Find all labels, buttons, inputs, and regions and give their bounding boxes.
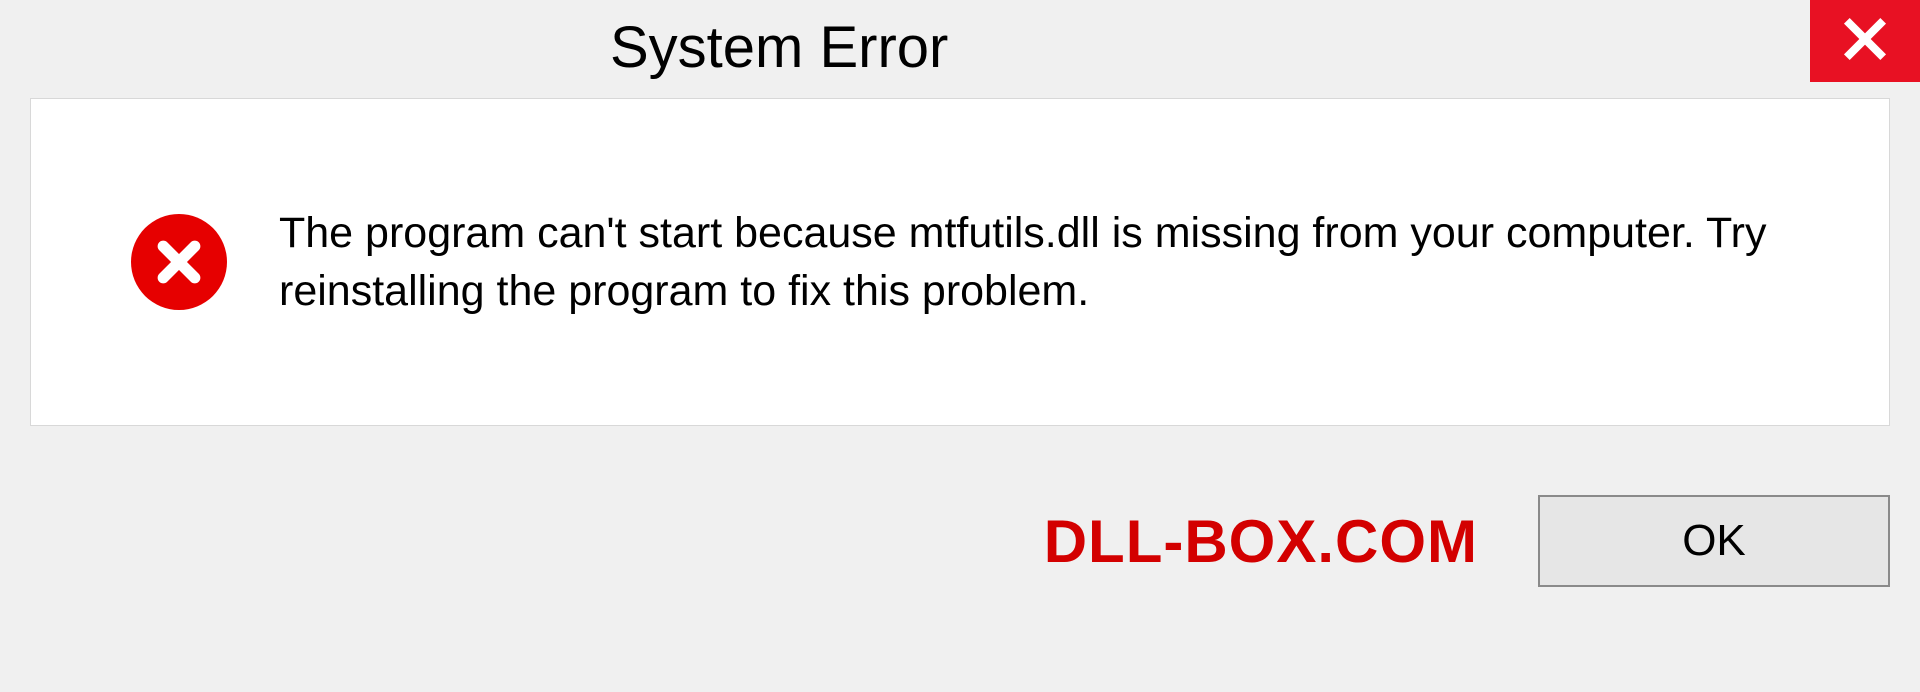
titlebar: System Error [0,0,1920,98]
dialog-title: System Error [610,0,948,81]
close-button[interactable] [1810,0,1920,82]
error-message: The program can't start because mtfutils… [279,204,1819,320]
error-icon [131,214,227,310]
ok-button[interactable]: OK [1538,495,1890,587]
close-icon [1842,16,1888,67]
footer: DLL-BOX.COM OK [0,426,1920,656]
content-panel: The program can't start because mtfutils… [30,98,1890,426]
ok-button-label: OK [1682,516,1746,566]
watermark-text: DLL-BOX.COM [1044,507,1478,576]
